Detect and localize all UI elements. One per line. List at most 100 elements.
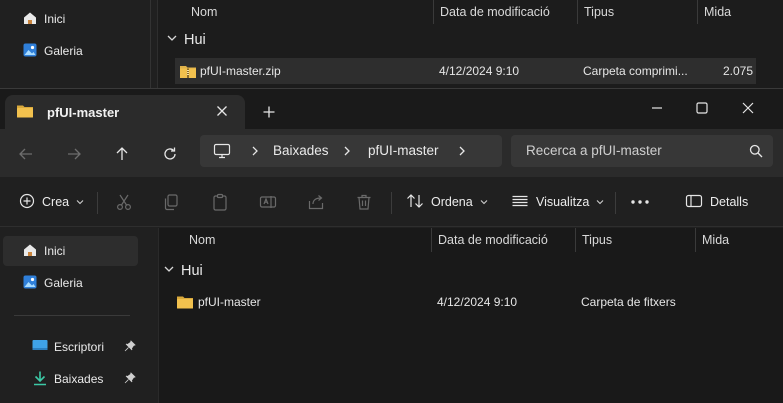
search-placeholder: Recerca a pfUI-master bbox=[526, 143, 662, 158]
nav-divider bbox=[14, 315, 130, 316]
column-type[interactable]: Tipus bbox=[575, 228, 695, 252]
background-navigation-pane: Inici Galeria bbox=[0, 0, 158, 90]
nav-item-label: Baixades bbox=[54, 372, 104, 386]
desktop-icon bbox=[32, 339, 48, 356]
search-icon[interactable] bbox=[749, 144, 763, 161]
file-date: 4/12/2024 9:10 bbox=[437, 295, 518, 309]
details-button-label: Detalls bbox=[710, 195, 749, 209]
home-icon bbox=[22, 242, 38, 261]
bg-group-label: Hui bbox=[184, 32, 206, 48]
bg-nav-item-label: Galeria bbox=[44, 44, 83, 58]
download-icon bbox=[32, 370, 48, 389]
explorer-window: pfUI-master Baixades pfUI-master Recerca… bbox=[0, 88, 783, 403]
navigation-pane: Inici Galeria Escriptori Baixades bbox=[0, 228, 158, 403]
chevron-right-icon[interactable] bbox=[342, 144, 352, 161]
address-bar: Baixades pfUI-master Recerca a pfUI-mast… bbox=[0, 129, 783, 177]
bg-file-size: 2.075 bbox=[722, 64, 753, 78]
bg-column-size[interactable]: Mida bbox=[697, 0, 783, 24]
bg-column-name[interactable]: Nom bbox=[185, 0, 433, 24]
toolbar-divider bbox=[391, 192, 392, 214]
view-button-label: Visualitza bbox=[536, 195, 590, 209]
new-tab-icon[interactable] bbox=[258, 101, 280, 123]
sort-button-label: Ordena bbox=[431, 195, 473, 209]
column-size[interactable]: Mida bbox=[695, 228, 783, 252]
maximize-icon[interactable] bbox=[679, 93, 725, 123]
pin-icon[interactable] bbox=[124, 372, 136, 387]
divider bbox=[150, 0, 151, 90]
view-list-icon bbox=[511, 193, 529, 212]
nav-item-label: Escriptori bbox=[54, 340, 105, 354]
column-name[interactable]: Nom bbox=[183, 228, 431, 252]
gallery-icon bbox=[22, 42, 38, 61]
address-box[interactable]: Baixades pfUI-master bbox=[200, 135, 502, 167]
chevron-down-icon bbox=[166, 32, 178, 48]
chevron-down-icon bbox=[163, 263, 175, 279]
chevron-down-icon bbox=[596, 195, 604, 209]
pin-icon[interactable] bbox=[124, 340, 136, 355]
zip-folder-icon bbox=[179, 63, 197, 82]
tab-bar: pfUI-master bbox=[0, 89, 783, 129]
paste-icon[interactable] bbox=[209, 191, 231, 213]
details-button[interactable]: Detalls bbox=[685, 189, 748, 215]
file-row[interactable]: pfUI-master 4/12/2024 9:10 Carpeta de fi… bbox=[173, 289, 773, 315]
nav-item-gallery[interactable]: Galeria bbox=[22, 271, 83, 295]
refresh-icon[interactable] bbox=[155, 139, 185, 169]
tab-pfui-master[interactable]: pfUI-master bbox=[5, 95, 245, 129]
file-type: Carpeta de fitxers bbox=[581, 295, 676, 309]
close-tab-icon[interactable] bbox=[213, 102, 231, 120]
cut-icon[interactable] bbox=[113, 191, 135, 213]
back-arrow-icon[interactable] bbox=[11, 139, 41, 169]
up-arrow-icon[interactable] bbox=[107, 139, 137, 169]
bg-nav-item-home[interactable]: Inici bbox=[22, 7, 65, 31]
home-icon bbox=[22, 10, 38, 29]
close-window-icon[interactable] bbox=[725, 93, 771, 123]
more-options-icon[interactable] bbox=[629, 191, 651, 213]
bg-column-type[interactable]: Tipus bbox=[577, 0, 697, 24]
this-pc-icon bbox=[213, 143, 231, 162]
bg-file-type: Carpeta comprimi... bbox=[583, 64, 688, 78]
bg-file-row[interactable]: pfUI-master.zip 4/12/2024 9:10 Carpeta c… bbox=[175, 58, 756, 84]
bg-nav-item-gallery[interactable]: Galeria bbox=[22, 39, 83, 63]
bg-group-header[interactable]: Hui bbox=[166, 32, 206, 48]
nav-item-label: Galeria bbox=[44, 276, 83, 290]
forward-arrow-icon[interactable] bbox=[59, 139, 89, 169]
folder-icon bbox=[16, 103, 34, 122]
group-label: Hui bbox=[181, 263, 203, 279]
search-input[interactable]: Recerca a pfUI-master bbox=[511, 135, 773, 167]
file-name: pfUI-master bbox=[198, 295, 261, 309]
gallery-icon bbox=[22, 274, 38, 293]
toolbar-divider bbox=[615, 192, 616, 214]
tab-title: pfUI-master bbox=[47, 104, 120, 120]
group-header[interactable]: Hui bbox=[163, 263, 203, 279]
breadcrumb-downloads[interactable]: Baixades bbox=[273, 143, 329, 158]
chevron-down-icon bbox=[76, 195, 84, 209]
folder-icon bbox=[176, 294, 194, 313]
view-button[interactable]: Visualitza bbox=[511, 189, 604, 215]
background-explorer-window: Inici Galeria Nom Data de modificació Ti… bbox=[0, 0, 783, 90]
details-pane-icon bbox=[685, 193, 703, 212]
breadcrumb-pfui-master[interactable]: pfUI-master bbox=[368, 143, 439, 158]
bg-column-date[interactable]: Data de modificació bbox=[433, 0, 577, 24]
column-date-modified[interactable]: Data de modificació bbox=[431, 228, 575, 252]
bg-nav-item-label: Inici bbox=[44, 12, 66, 26]
nav-item-label: Inici bbox=[44, 244, 66, 258]
copy-icon[interactable] bbox=[160, 191, 182, 213]
toolbar-divider bbox=[97, 192, 98, 214]
new-button[interactable]: Crea bbox=[19, 189, 84, 215]
rename-icon[interactable] bbox=[257, 191, 279, 213]
chevron-right-icon[interactable] bbox=[250, 144, 260, 161]
delete-icon[interactable] bbox=[353, 191, 375, 213]
sort-icon bbox=[406, 193, 424, 212]
nav-item-home[interactable]: Inici bbox=[22, 239, 65, 263]
add-circle-icon bbox=[19, 193, 35, 212]
command-bar: Crea Ordena Visualitza Detalls bbox=[0, 177, 783, 227]
minimize-icon[interactable] bbox=[634, 93, 680, 123]
bg-column-header: Nom Data de modificació Tipus Mida bbox=[160, 0, 783, 24]
chevron-right-icon[interactable] bbox=[457, 144, 467, 161]
bg-file-date: 4/12/2024 9:10 bbox=[439, 64, 520, 78]
chevron-down-icon bbox=[480, 195, 488, 209]
bg-file-name: pfUI-master.zip bbox=[200, 64, 281, 78]
sort-button[interactable]: Ordena bbox=[406, 189, 488, 215]
file-list: Nom Data de modificació Tipus Mida Hui p… bbox=[159, 228, 783, 403]
share-icon[interactable] bbox=[305, 191, 327, 213]
